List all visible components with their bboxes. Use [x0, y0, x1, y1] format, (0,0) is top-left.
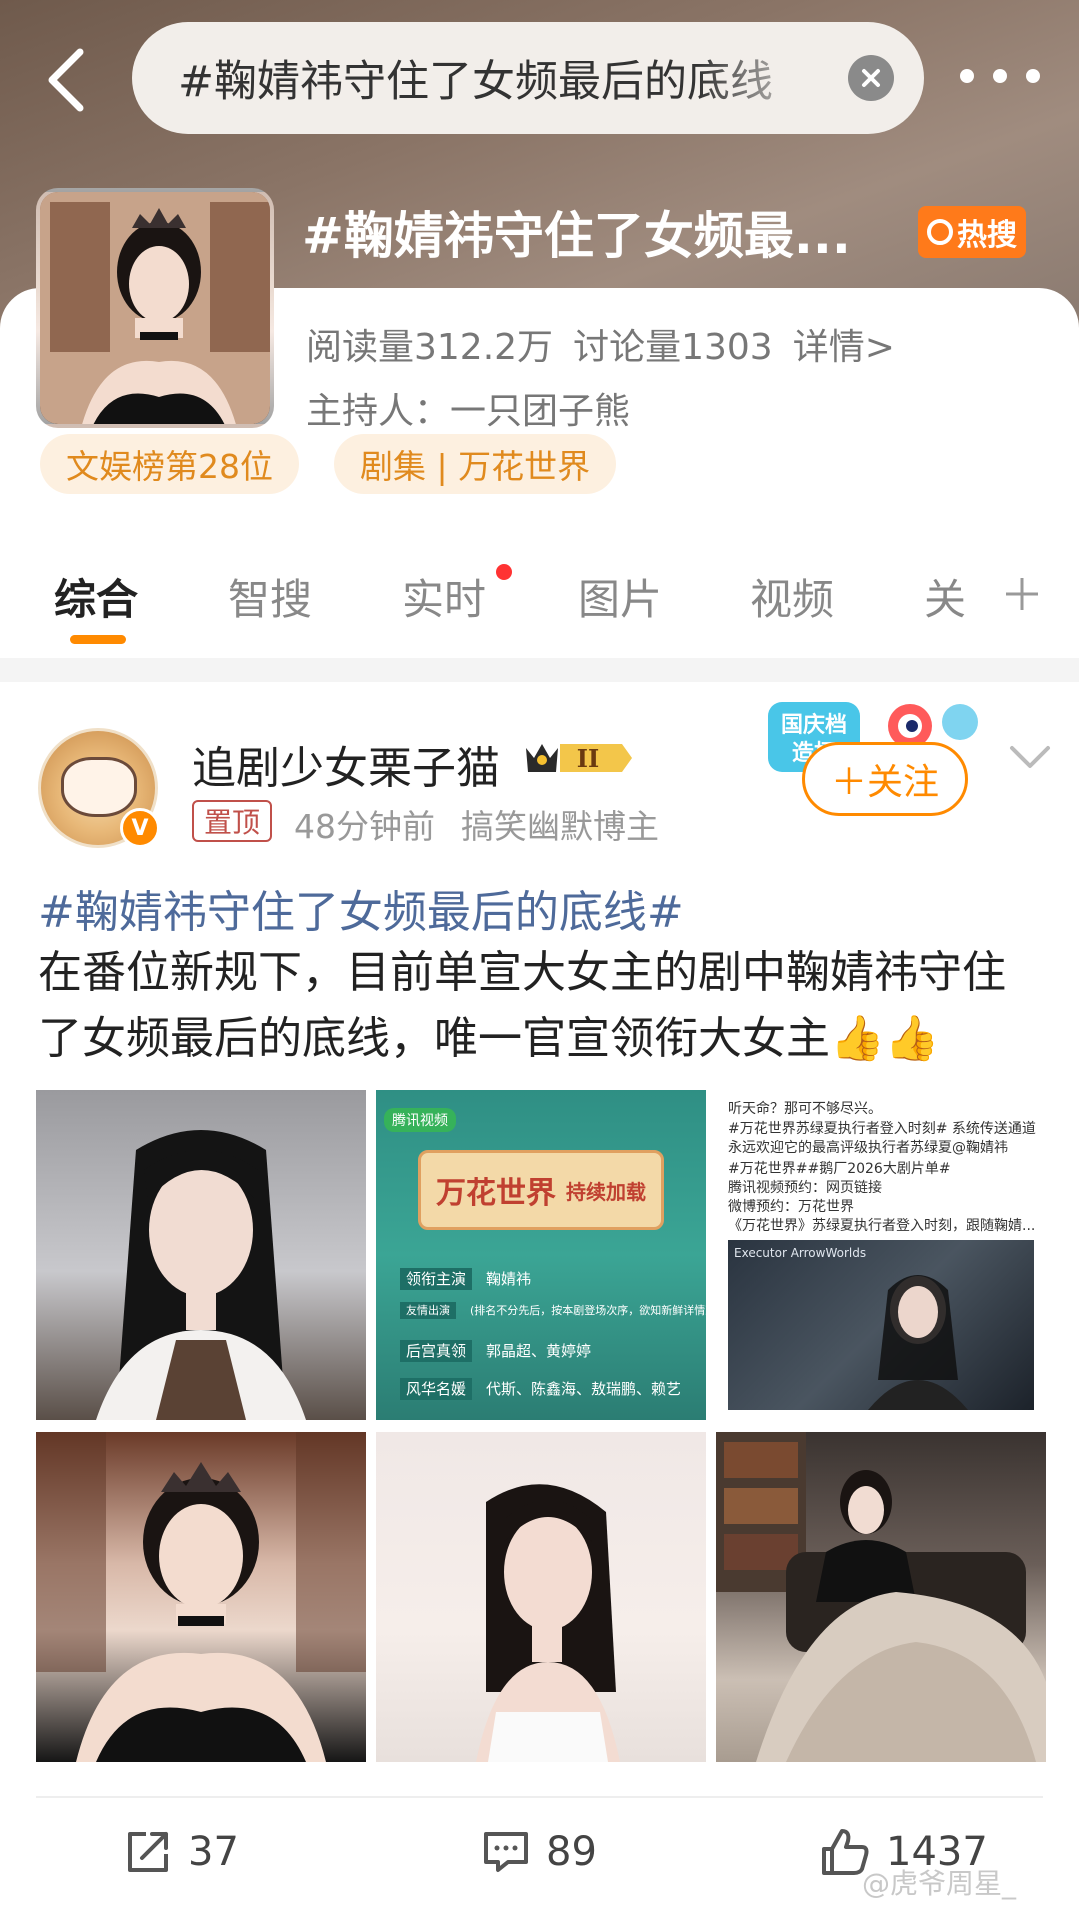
discussion-count: 讨论量1303	[573, 327, 773, 368]
cast-row: 友情出演 (排名不分先后，按本剧登场次序，欲知新鲜详情观看剧)	[400, 1302, 706, 1319]
portrait-illustration	[716, 1432, 1046, 1762]
cast-row: 后宫真领 郭晶超、黄婷婷	[400, 1340, 592, 1362]
close-icon	[862, 69, 880, 87]
add-tab-icon[interactable]	[1002, 574, 1042, 614]
tab-images[interactable]: 图片	[578, 566, 662, 627]
video-caption: Executor ArrowWorlds	[734, 1246, 867, 1260]
topic-title: #鞠婧祎守住了女频最...	[302, 207, 851, 265]
comment-count: 89	[546, 1829, 597, 1875]
post-username[interactable]: 追剧少女栗子猫	[192, 732, 500, 796]
post-meta: 48分钟前 搞笑幽默博主	[294, 800, 685, 848]
post-image-3[interactable]: 听天命？那可不够尽兴。 #万花世界苏绿夏执行者登入时刻# 系统传送通道永远欢迎它…	[716, 1090, 1046, 1420]
back-button[interactable]	[38, 42, 94, 118]
screenshot-text-line: 腾讯视频预约：网页链接	[728, 1180, 882, 1196]
active-tab-indicator	[70, 635, 126, 644]
cast-names: 代斯、陈鑫海、敖瑞鹏、赖艺	[486, 1380, 682, 1398]
cast-role: 友情出演	[400, 1302, 456, 1319]
screenshot-text-line: 听天命？那可不够尽兴。	[728, 1101, 882, 1117]
tencent-video-badge: 腾讯视频	[384, 1108, 456, 1132]
clear-search-button[interactable]	[848, 55, 894, 101]
poster-title-text: 万花世界	[436, 1176, 556, 1211]
cast-names: 鞠婧祎	[486, 1270, 532, 1288]
weibo-hot-icon	[927, 219, 953, 245]
verified-tag: 搞笑幽默博主	[461, 807, 659, 846]
tab-videos[interactable]: 视频	[750, 566, 834, 627]
divider	[36, 1796, 1043, 1798]
search-bar[interactable]: #鞠婧祎守住了女频最后的底线	[132, 22, 924, 134]
post-hashtag[interactable]: #鞠婧祎守住了女频最后的底线#	[38, 876, 684, 940]
cast-row: 风华名媛 代斯、陈鑫海、敖瑞鹏、赖艺	[400, 1378, 682, 1400]
chevron-left-icon	[48, 48, 84, 112]
topic-cover-image[interactable]	[36, 188, 274, 428]
more-options-button[interactable]	[960, 56, 1040, 96]
follow-button[interactable]: ＋关注	[802, 742, 968, 816]
cast-names: (排名不分先后，按本剧登场次序，欲知新鲜详情观看剧)	[470, 1304, 706, 1317]
poster-title: 万花世界 持续加载	[418, 1150, 664, 1230]
repost-button[interactable]: 37	[124, 1822, 239, 1882]
cast-role: 后宫真领	[400, 1340, 473, 1362]
post-image-1[interactable]	[36, 1090, 366, 1420]
post-image-5[interactable]	[376, 1432, 706, 1762]
screenshot-text-line: #万花世界苏绿夏执行者登入时刻# 系统传送通道永远欢迎它的最高评级执行者苏绿夏@…	[728, 1121, 1036, 1156]
post-time: 48分钟前	[294, 807, 435, 846]
cat-face-illustration	[61, 757, 137, 817]
comment-button[interactable]: 89	[482, 1822, 597, 1882]
video-screenshot: Executor ArrowWorlds	[728, 1240, 1034, 1410]
pinned-badge: 置顶	[192, 800, 273, 842]
poster-subtitle: 持续加载	[566, 1179, 646, 1204]
tab-smart-search[interactable]: 智搜	[228, 566, 312, 627]
post-body-text: 在番位新规下，目前单宣大女主的剧中鞠婧祎守住了女频最后的底线，唯一官宣领衔大女主…	[38, 947, 1006, 1064]
dot-icon	[960, 69, 974, 83]
tab-follow[interactable]: 关	[924, 566, 966, 627]
portrait-illustration	[40, 192, 270, 424]
portrait-illustration	[36, 1432, 366, 1762]
chevron-down-icon[interactable]	[1008, 742, 1052, 772]
topic-stats: 阅读量312.2万 讨论量1303 详情>	[306, 318, 915, 370]
details-link[interactable]: 详情>	[793, 327, 895, 368]
new-content-dot	[496, 564, 512, 580]
crown-level-icon: II	[526, 744, 632, 773]
cast-row: 领衔主演 鞠婧祎	[400, 1268, 532, 1290]
portrait-illustration	[96, 1130, 306, 1420]
search-query[interactable]: #鞠婧祎守住了女频最后的底线	[178, 47, 828, 109]
drama-tag[interactable]: 剧集 | 万花世界	[334, 434, 617, 494]
watermark-text: @虎爷周星_	[862, 1867, 1017, 1900]
screenshot-text-line: 《万花世界》苏绿夏执行者登入时刻，跟随鞠婧...	[728, 1218, 1036, 1234]
tab-bar: 综合 智搜 实时 图片 视频 关	[0, 540, 1079, 650]
cast-role: 领衔主演	[400, 1268, 473, 1290]
topic-host: 主持人：一只团子熊	[306, 391, 631, 432]
ranking-tag[interactable]: 文娱榜第28位	[40, 434, 299, 494]
repost-count: 37	[188, 1829, 239, 1875]
share-icon	[128, 1832, 168, 1872]
read-count: 阅读量312.2万	[306, 327, 554, 368]
post-image-6[interactable]	[716, 1432, 1046, 1762]
post-image-4[interactable]	[36, 1432, 366, 1762]
hot-search-badge: 热搜	[918, 206, 1026, 258]
screenshot-text-line: 微博预约：万花世界	[728, 1199, 854, 1215]
cast-role: 风华名媛	[400, 1378, 473, 1400]
dot-icon	[993, 69, 1007, 83]
verified-badge-icon: V	[120, 808, 160, 848]
dot-icon	[1026, 69, 1040, 83]
tab-realtime[interactable]: 实时	[402, 566, 486, 627]
comment-icon	[484, 1832, 528, 1872]
cast-names: 郭晶超、黄婷婷	[486, 1342, 592, 1360]
promo-text-1: 国庆档	[781, 712, 847, 738]
level-text: II	[577, 744, 599, 773]
portrait-illustration	[476, 1484, 620, 1762]
tab-comprehensive[interactable]: 综合	[54, 566, 138, 627]
screenshot-text-line: #万花世界##鹅厂2026大剧片单#	[728, 1161, 951, 1177]
post-image-2[interactable]: 腾讯视频 万花世界 持续加载 领衔主演 鞠婧祎 友情出演 (排名不分先后，按本剧登场…	[376, 1090, 706, 1420]
hot-search-label: 热搜	[957, 218, 1017, 253]
figure-illustration	[868, 1275, 968, 1410]
